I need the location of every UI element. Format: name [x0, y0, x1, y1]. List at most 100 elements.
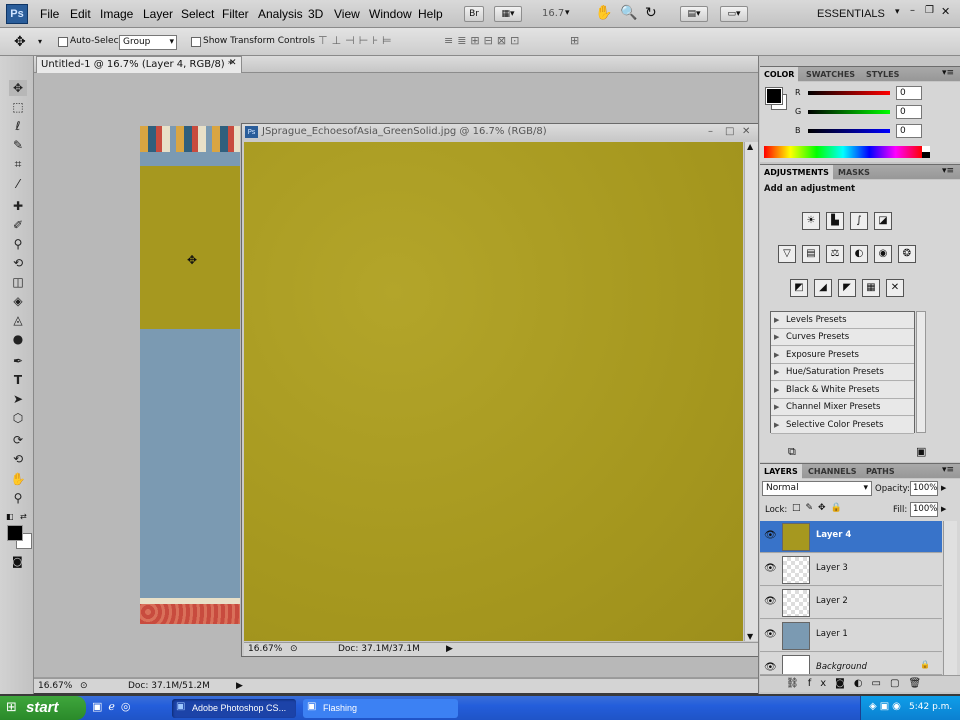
- main-zoom-readout[interactable]: 16.67%: [38, 679, 72, 693]
- lasso-tool-icon[interactable]: ℓ: [9, 118, 27, 134]
- crop-tool-icon[interactable]: ⌗: [9, 156, 27, 172]
- menu-layer[interactable]: Layer: [143, 7, 173, 21]
- screen-mode-button[interactable]: ▭▾: [720, 6, 748, 22]
- tab-styles[interactable]: STYLES: [862, 67, 903, 82]
- workspace-switcher[interactable]: ESSENTIALS: [817, 8, 885, 20]
- blur-tool-icon[interactable]: ◬: [9, 312, 27, 328]
- menu-file[interactable]: File: [40, 7, 59, 21]
- preset-curves[interactable]: Curves Presets: [771, 329, 914, 346]
- shape-tool-icon[interactable]: ⬡: [9, 410, 27, 426]
- quick-mask-icon[interactable]: ◙: [12, 555, 23, 568]
- visibility-eye-icon[interactable]: 👁: [764, 530, 778, 541]
- fill-field[interactable]: 100%: [910, 502, 938, 517]
- layer-row-layer3[interactable]: 👁 Layer 3: [760, 554, 942, 586]
- olive-texture-image[interactable]: [244, 142, 743, 641]
- taskbar-photoshop[interactable]: Adobe Photoshop CS...: [172, 699, 296, 718]
- preset-hue-saturation[interactable]: Hue/Saturation Presets: [771, 364, 914, 381]
- adjustments-menu-icon[interactable]: ▾≡: [942, 166, 954, 176]
- preset-dropdown-icon[interactable]: ▾: [38, 37, 42, 46]
- doc-maximize-icon[interactable]: □: [725, 124, 734, 140]
- gradient-map-icon[interactable]: ▦: [862, 279, 880, 297]
- move-tool-preset-icon[interactable]: ✥: [14, 34, 26, 50]
- invert-icon[interactable]: ◩: [790, 279, 808, 297]
- document-tab-untitled[interactable]: Untitled-1 @ 16.7% (Layer 4, RGB/8) *: [36, 56, 242, 73]
- path-selection-tool-icon[interactable]: ➤: [9, 391, 27, 407]
- b-value-field[interactable]: 0: [896, 124, 922, 138]
- opacity-field[interactable]: 100%: [910, 481, 938, 496]
- layer-row-layer1[interactable]: 👁 Layer 1: [760, 620, 942, 652]
- doc-minimize-icon[interactable]: –: [708, 124, 713, 140]
- tab-adjustments[interactable]: ADJUSTMENTS: [760, 165, 833, 180]
- threshold-icon[interactable]: ◤: [838, 279, 856, 297]
- dodge-tool-icon[interactable]: ●: [9, 331, 27, 347]
- history-brush-tool-icon[interactable]: ⟲: [9, 255, 27, 271]
- menu-3d[interactable]: 3D: [308, 7, 323, 21]
- scroll-down-icon[interactable]: ▼: [747, 632, 753, 641]
- tab-masks[interactable]: MASKS: [834, 165, 874, 180]
- foreground-color-swatch[interactable]: [7, 525, 23, 541]
- restore-icon[interactable]: ❐: [925, 5, 934, 16]
- b-slider[interactable]: [808, 129, 890, 133]
- tab-swatches[interactable]: SWATCHES: [802, 67, 859, 82]
- quick-launch-icons[interactable]: ▣ℯ◎: [92, 700, 137, 713]
- status-options-icon[interactable]: ⊙: [290, 643, 298, 656]
- doc-close-icon[interactable]: ✕: [742, 124, 750, 140]
- preset-channel-mixer[interactable]: Channel Mixer Presets: [771, 399, 914, 416]
- r-slider[interactable]: [808, 91, 890, 95]
- distribute-icons[interactable]: ≡≣⊞⊟⊠⊡: [444, 34, 523, 47]
- tab-layers[interactable]: LAYERS: [760, 464, 802, 479]
- eyedropper-tool-icon[interactable]: ⁄: [9, 176, 27, 192]
- preset-black-white[interactable]: Black & White Presets: [771, 382, 914, 399]
- quick-selection-tool-icon[interactable]: ✎: [9, 137, 27, 153]
- r-value-field[interactable]: 0: [896, 86, 922, 100]
- layer-row-layer4[interactable]: 👁 Layer 4: [760, 521, 942, 553]
- visibility-eye-icon[interactable]: 👁: [764, 563, 778, 574]
- presets-scrollbar[interactable]: [916, 311, 926, 433]
- clone-stamp-tool-icon[interactable]: ⚲: [9, 236, 27, 252]
- menu-image[interactable]: Image: [100, 7, 133, 21]
- move-tool-icon[interactable]: ✥: [9, 80, 27, 96]
- tab-channels[interactable]: CHANNELS: [804, 464, 860, 479]
- default-colors-icon[interactable]: ◧: [6, 512, 14, 521]
- opacity-slider-icon[interactable]: ▶: [941, 484, 946, 492]
- healing-brush-tool-icon[interactable]: ✚: [9, 198, 27, 214]
- status-menu-icon[interactable]: ▶: [446, 643, 453, 656]
- vertical-scrollbar[interactable]: ▲ ▼: [744, 142, 758, 641]
- taskbar-flashing[interactable]: Flashing: [303, 699, 458, 718]
- layer-row-background[interactable]: 👁 Background 🔒: [760, 653, 942, 675]
- visibility-eye-icon[interactable]: 👁: [764, 629, 778, 640]
- pen-tool-icon[interactable]: ✒: [9, 353, 27, 369]
- tab-color[interactable]: COLOR: [760, 67, 799, 82]
- close-tab-icon[interactable]: ✕: [229, 58, 237, 68]
- tray-icons[interactable]: ◈▣◉: [869, 701, 904, 712]
- preset-selective-color[interactable]: Selective Color Presets: [771, 417, 914, 434]
- workspace-dropdown-icon[interactable]: ▾: [895, 7, 900, 17]
- color-spectrum-ramp[interactable]: [764, 146, 922, 158]
- preset-levels[interactable]: Levels Presets: [771, 312, 914, 329]
- menu-window[interactable]: Window: [369, 7, 412, 21]
- arrange-documents-button[interactable]: ▤▾: [680, 6, 708, 22]
- selective-color-icon[interactable]: ✕: [886, 279, 904, 297]
- layers-scrollbar[interactable]: [943, 521, 957, 675]
- bw-ramp[interactable]: [922, 146, 930, 158]
- g-value-field[interactable]: 0: [896, 105, 922, 119]
- align-icons[interactable]: ⊤⊥⊣⊢⊦⊨: [318, 34, 396, 47]
- clip-to-layer-icon[interactable]: ⧉: [788, 445, 796, 459]
- marquee-tool-icon[interactable]: ⬚: [9, 99, 27, 115]
- auto-align-icon[interactable]: ⊞: [570, 34, 579, 47]
- blend-mode-dropdown[interactable]: Normal ▾: [762, 481, 872, 496]
- document-window-titlebar[interactable]: Ps JSprague_EchoesofAsia_GreenSolid.jpg …: [242, 124, 758, 140]
- channel-mixer-icon[interactable]: ❂: [898, 245, 916, 263]
- visibility-eye-icon[interactable]: 👁: [764, 596, 778, 607]
- layers-menu-icon[interactable]: ▾≡: [942, 465, 954, 475]
- panel-menu-icon[interactable]: ▾≡: [942, 68, 954, 78]
- menu-help[interactable]: Help: [418, 7, 443, 21]
- g-slider[interactable]: [808, 110, 890, 114]
- hand-icon[interactable]: ✋: [595, 5, 612, 21]
- brightness-contrast-icon[interactable]: ☀: [802, 212, 820, 230]
- lock-icons[interactable]: □✎✥🔒: [792, 503, 847, 513]
- bridge-button[interactable]: Br: [464, 6, 484, 22]
- menu-select[interactable]: Select: [181, 7, 214, 21]
- main-status-options-icon[interactable]: ⊙: [80, 679, 88, 693]
- expand-view-icon[interactable]: ▣: [916, 445, 926, 458]
